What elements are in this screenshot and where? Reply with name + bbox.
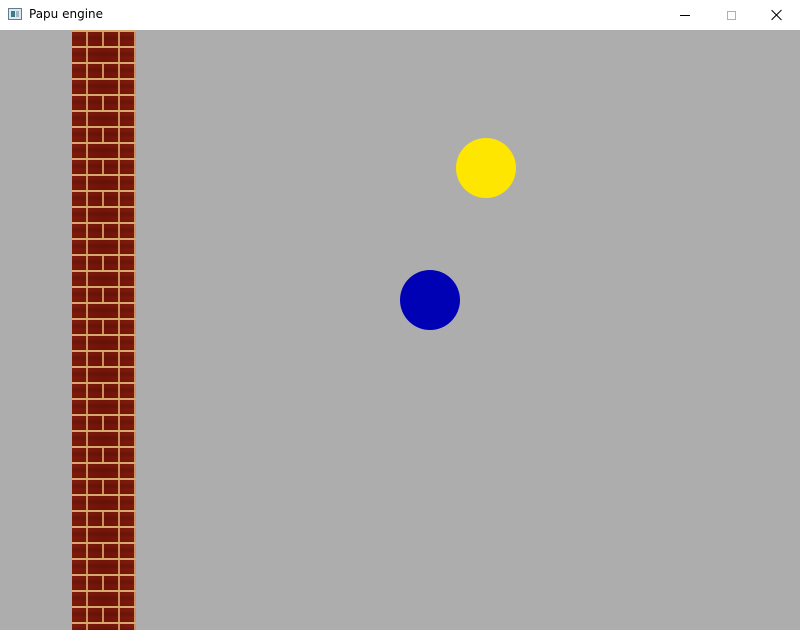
window-title: Papu engine (29, 7, 104, 21)
brick-wall (72, 30, 136, 630)
minimize-icon (680, 14, 690, 16)
maximize-icon (726, 10, 736, 20)
yellow-ball (456, 138, 516, 198)
blue-ball (400, 270, 460, 330)
app-window: Papu engine (0, 0, 800, 630)
game-canvas[interactable] (0, 30, 800, 630)
maximize-button[interactable] (708, 0, 754, 30)
application-window-icon (8, 8, 22, 20)
title-bar[interactable]: Papu engine (0, 0, 800, 30)
minimize-button[interactable] (662, 0, 708, 30)
close-button[interactable] (754, 0, 800, 30)
close-icon (771, 9, 783, 21)
